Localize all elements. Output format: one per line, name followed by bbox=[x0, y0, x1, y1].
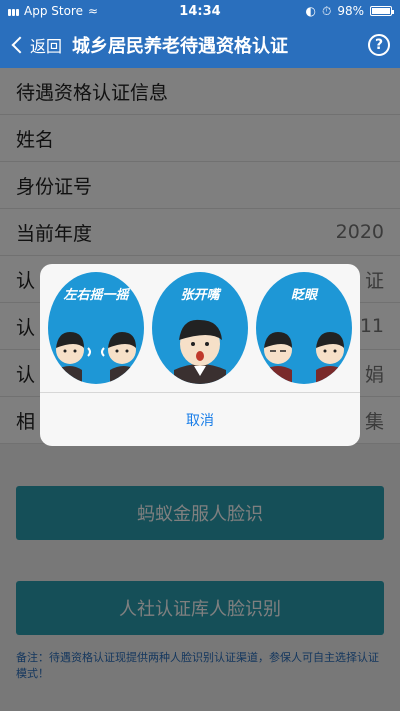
status-time: 14:34 bbox=[179, 3, 221, 19]
signal-icon bbox=[8, 7, 19, 16]
face-caption: 眨眼 bbox=[290, 288, 317, 303]
status-left: App Store ≈ bbox=[8, 4, 158, 18]
face-action-dialog: 左右摇一摇 张开嘴 眨眼 取消 bbox=[40, 264, 360, 446]
battery-percent: 98% bbox=[337, 4, 364, 18]
battery-icon bbox=[370, 6, 394, 16]
page-title: 城乡居民养老待遇资格认证 bbox=[72, 36, 289, 57]
face-caption: 左右摇一摇 bbox=[63, 288, 129, 303]
cancel-button[interactable]: 取消 bbox=[40, 392, 360, 446]
status-bar: App Store ≈ 14:34 ◐ ⏱ 98% bbox=[0, 0, 400, 22]
carrier-label: App Store bbox=[24, 4, 83, 18]
face-actions: 左右摇一摇 张开嘴 眨眼 bbox=[40, 264, 360, 392]
lock-rotation-icon: ◐ bbox=[305, 4, 316, 18]
back-label: 返回 bbox=[30, 37, 63, 56]
help-button[interactable]: ? bbox=[368, 34, 390, 56]
shake-head-face-icon: 左右摇一摇 bbox=[48, 272, 144, 384]
blink-eyes-face-icon: 眨眼 bbox=[256, 272, 352, 384]
nav-bar: 返回 城乡居民养老待遇资格认证 ? bbox=[0, 22, 400, 68]
alarm-icon: ⏱ bbox=[321, 3, 332, 18]
wifi-icon: ≈ bbox=[87, 4, 99, 18]
open-mouth-face-icon: 张开嘴 bbox=[152, 272, 248, 384]
back-button[interactable]: 返回 bbox=[10, 33, 62, 57]
chevron-left-icon bbox=[11, 36, 29, 54]
status-right: ◐ ⏱ 98% bbox=[242, 3, 394, 19]
face-caption: 张开嘴 bbox=[180, 288, 220, 303]
